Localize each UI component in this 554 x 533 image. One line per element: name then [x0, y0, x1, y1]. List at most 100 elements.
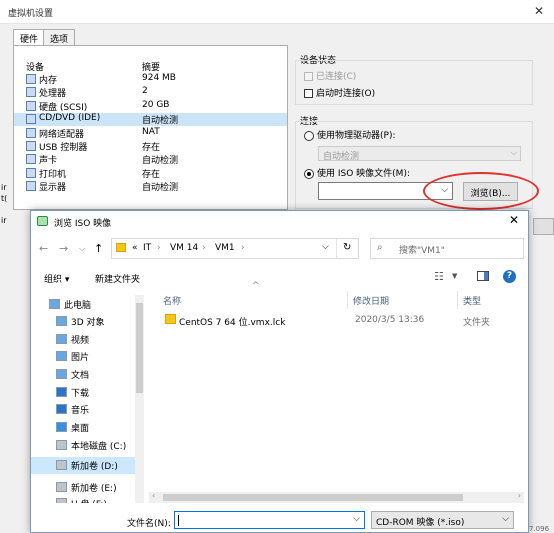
navigation-pane: 此电脑 3D 对象 视频图片文档 下载音乐桌面本地磁盘 (C:) 新加卷 (D:) 新加卷…	[31, 291, 149, 503]
music-icon	[56, 404, 67, 414]
column-modified[interactable]: 修改日期	[353, 294, 389, 307]
hardware-row[interactable]: 声卡 自动检测	[14, 153, 287, 166]
nav-item[interactable]: 下载	[31, 384, 141, 401]
file-row[interactable]: CentOS 7 64 位.vmx.lck 2020/3/5 13:36 文件夹	[163, 311, 525, 329]
filetype-select[interactable]: CD-ROM 映像 (*.iso) ⌵	[371, 511, 514, 529]
device-summary: 20 GB	[142, 99, 170, 110]
use-iso-radio[interactable]: 使用 ISO 映像文件(M):	[304, 166, 410, 179]
chevron-down-icon[interactable]: ⌵	[322, 242, 329, 252]
tab-options[interactable]: 选项	[43, 29, 76, 45]
device-summary: 2	[142, 86, 148, 97]
nav-item[interactable]: 桌面	[31, 419, 141, 436]
column-summary: 摘要	[142, 63, 161, 73]
connect-on-start-checkbox[interactable]: 启动时连接(O)	[304, 86, 375, 99]
chevron-down-icon[interactable]: ⌵	[353, 514, 360, 524]
address-bar[interactable]: « IT › VM 14 › VM1 › ⌵ ↻	[111, 238, 359, 259]
horizontal-scrollbar[interactable]: ‹ ›	[149, 491, 524, 503]
bottom-fragment: 7.096	[529, 525, 550, 533]
nav-label: 新加卷 (D:)	[71, 462, 118, 472]
forward-icon[interactable]: →	[59, 242, 68, 255]
videos-icon	[56, 334, 67, 344]
hard-disk-icon	[26, 100, 36, 111]
device-name: 处理器	[39, 89, 67, 100]
hardware-row[interactable]: 硬盘 (SCSI) 20 GB	[14, 100, 287, 113]
breadcrumb-it[interactable]: IT	[143, 243, 151, 253]
search-input[interactable]: ⌕ 搜索"VM1"	[370, 238, 524, 259]
preview-pane-icon[interactable]	[477, 271, 489, 281]
side-fragment: ir	[1, 183, 7, 192]
physical-drive-radio[interactable]: 使用物理驱动器(P):	[304, 128, 395, 141]
side-fragment: t(	[1, 194, 8, 203]
hardware-row[interactable]: 打印机 存在	[14, 167, 287, 180]
nav-label: U 盘 (F:)	[71, 497, 107, 503]
chevron-down-icon: ⌵	[502, 514, 509, 524]
close-icon[interactable]: ✕	[509, 213, 519, 227]
vmware-icon	[37, 216, 48, 226]
device-summary: 自动检测	[142, 156, 179, 167]
close-icon[interactable]: ✕	[534, 4, 544, 18]
nav-label: 音乐	[71, 406, 90, 416]
nav-item[interactable]: 新加卷 (D:)	[31, 457, 141, 474]
device-summary: 存在	[142, 169, 161, 180]
filename-input[interactable]: ⌵	[174, 511, 365, 529]
pictures-icon	[56, 351, 67, 361]
device-summary: NAT	[142, 126, 160, 137]
refresh-icon[interactable]: ↻	[343, 242, 351, 253]
local-disk-icon	[56, 440, 67, 450]
display-icon	[26, 181, 36, 192]
nav-item[interactable]: 本地磁盘 (C:)	[31, 437, 141, 454]
hardware-row[interactable]: 处理器 2	[14, 86, 287, 99]
nav-label: 新加卷 (E:)	[71, 484, 117, 494]
memory-icon	[26, 74, 36, 84]
nav-item[interactable]: 此电脑	[31, 296, 141, 313]
device-name: 硬盘 (SCSI)	[39, 102, 88, 113]
back-icon[interactable]: ←	[39, 242, 48, 255]
nav-item[interactable]: 新加卷 (E:)	[31, 479, 141, 496]
nav-item[interactable]: 音乐	[31, 401, 141, 418]
nav-scrollbar[interactable]	[135, 295, 144, 503]
device-name: 网络适配器	[39, 129, 85, 140]
hardware-row[interactable]: USB 控制器 存在	[14, 140, 287, 153]
hardware-row[interactable]: 网络适配器 NAT	[14, 127, 287, 140]
annotation-circle	[423, 172, 539, 210]
nav-item[interactable]: U 盘 (F:)	[31, 495, 141, 503]
hardware-row[interactable]: CD/DVD (IDE) 自动检测	[14, 113, 287, 127]
column-name[interactable]: 名称	[163, 294, 181, 307]
hardware-row[interactable]: 显示器 自动检测	[14, 180, 287, 193]
sort-indicator: ^	[252, 281, 260, 291]
chevron-down-icon[interactable]: ▼	[452, 272, 457, 280]
tab-hardware[interactable]: 硬件	[13, 29, 46, 46]
chevron-down-icon: ⌵	[510, 148, 517, 157]
cd-dvd-icon	[26, 114, 36, 125]
browse-iso-dialog: 浏览 ISO 映像 ✕ ← → ⌵ ↑ « IT › VM 14 › VM1 ›…	[30, 210, 529, 533]
column-device: 设备	[26, 63, 45, 73]
organize-menu[interactable]: 组织 ▾	[44, 272, 69, 285]
view-icon[interactable]: ☷	[434, 270, 444, 283]
help-icon[interactable]: ?	[503, 270, 516, 283]
file-modified: 2020/3/5 13:36	[355, 315, 425, 325]
physical-drive-select[interactable]: 自动检测 ⌵	[318, 146, 521, 162]
breadcrumb-vm1[interactable]: VM1	[215, 243, 235, 253]
nav-item[interactable]: 图片	[31, 348, 141, 365]
filename-label: 文件名(N):	[127, 519, 171, 529]
column-type[interactable]: 类型	[463, 294, 481, 307]
device-summary: 自动检测	[142, 183, 179, 194]
side-fragment: ir	[1, 216, 7, 225]
vm-settings-title: 虚拟机设置	[8, 9, 54, 19]
nav-label: 桌面	[71, 424, 90, 434]
search-placeholder: 搜索"VM1"	[399, 246, 445, 256]
nav-item[interactable]: 文档	[31, 366, 141, 383]
nav-label: 图片	[71, 353, 90, 363]
up-icon[interactable]: ↑	[94, 242, 103, 255]
connected-checkbox[interactable]: 已连接(C)	[304, 69, 356, 82]
partial-button[interactable]	[533, 218, 554, 235]
nav-item[interactable]: 视频	[31, 331, 141, 348]
breadcrumb-overflow[interactable]: «	[132, 243, 138, 253]
hardware-row[interactable]: 内存 924 MB	[14, 73, 287, 86]
chevron-down-icon[interactable]: ⌵	[79, 244, 85, 254]
documents-icon	[56, 369, 67, 379]
cpu-icon	[26, 87, 36, 98]
breadcrumb-vm14[interactable]: VM 14	[170, 243, 198, 253]
nav-item[interactable]: 3D 对象	[31, 313, 141, 330]
new-folder-button[interactable]: 新建文件夹	[95, 272, 140, 285]
